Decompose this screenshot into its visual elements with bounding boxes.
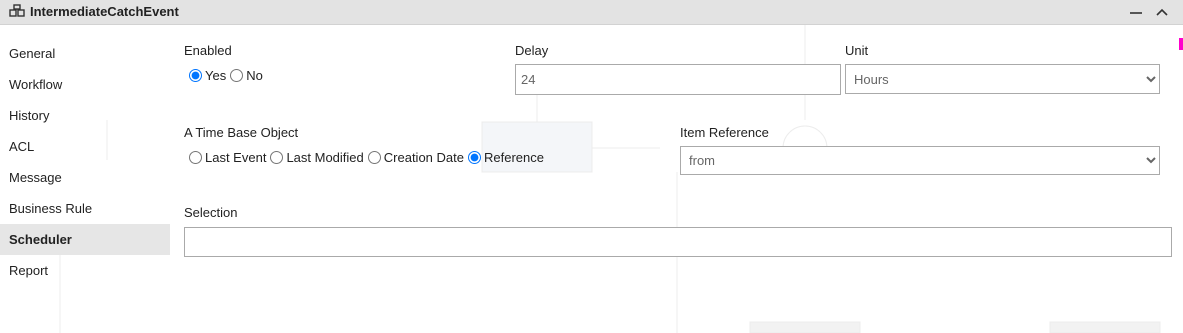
enabled-yes-radio[interactable] <box>189 69 202 82</box>
selection-input[interactable] <box>184 227 1172 257</box>
time-base-label: A Time Base Object <box>184 125 299 140</box>
sidebar-item-report[interactable]: Report <box>0 255 170 286</box>
delay-label: Delay <box>515 43 549 58</box>
time-base-reference-option[interactable]: Reference <box>467 150 544 165</box>
item-reference-label: Item Reference <box>680 125 769 140</box>
minimize-icon[interactable] <box>1127 3 1145 21</box>
sidebar-item-acl[interactable]: ACL <box>0 131 170 162</box>
selection-label: Selection <box>184 205 238 220</box>
unit-select[interactable]: Hours <box>845 64 1160 94</box>
sidebar-item-history[interactable]: History <box>0 100 170 131</box>
time-base-creation-date-label: Creation Date <box>383 150 464 165</box>
time-base-radio-group: Last Event Last Modified Creation Date R… <box>189 150 548 165</box>
time-base-reference-label: Reference <box>483 150 544 165</box>
time-base-last-modified-option[interactable]: Last Modified <box>270 150 364 165</box>
sidebar-item-general[interactable]: General <box>0 38 170 69</box>
enabled-no-radio[interactable] <box>230 69 244 82</box>
sidebar-item-message[interactable]: Message <box>0 162 170 193</box>
sidebar-item-workflow[interactable]: Workflow <box>0 69 170 100</box>
sidebar-nav: General Workflow History ACL Message Bus… <box>0 38 170 286</box>
sidebar-item-scheduler[interactable]: Scheduler <box>0 224 170 255</box>
diagram-node-icon <box>9 4 25 17</box>
enabled-yes-option[interactable]: Yes <box>189 68 226 83</box>
enabled-radio-group: Yes No <box>189 68 267 83</box>
panel-title: IntermediateCatchEvent <box>30 4 179 19</box>
time-base-creation-date-radio[interactable] <box>367 151 381 164</box>
enabled-no-label: No <box>246 68 263 83</box>
time-base-reference-radio[interactable] <box>467 151 481 164</box>
time-base-last-event-option[interactable]: Last Event <box>189 150 266 165</box>
enabled-yes-label: Yes <box>205 68 227 83</box>
time-base-last-event-label: Last Event <box>205 150 267 165</box>
time-base-creation-date-option[interactable]: Creation Date <box>367 150 464 165</box>
time-base-last-modified-radio[interactable] <box>270 151 284 164</box>
enabled-no-option[interactable]: No <box>230 68 263 83</box>
time-base-last-modified-label: Last Modified <box>286 150 364 165</box>
item-reference-select[interactable]: from <box>680 146 1160 175</box>
collapse-icon[interactable] <box>1153 3 1171 21</box>
sidebar-item-business-rule[interactable]: Business Rule <box>0 193 170 224</box>
unit-label: Unit <box>845 43 869 58</box>
edge-marker <box>1179 38 1183 50</box>
panel-title-bar: IntermediateCatchEvent <box>0 0 1183 25</box>
time-base-last-event-radio[interactable] <box>189 151 202 164</box>
delay-input[interactable] <box>515 64 841 95</box>
enabled-label: Enabled <box>184 43 232 58</box>
